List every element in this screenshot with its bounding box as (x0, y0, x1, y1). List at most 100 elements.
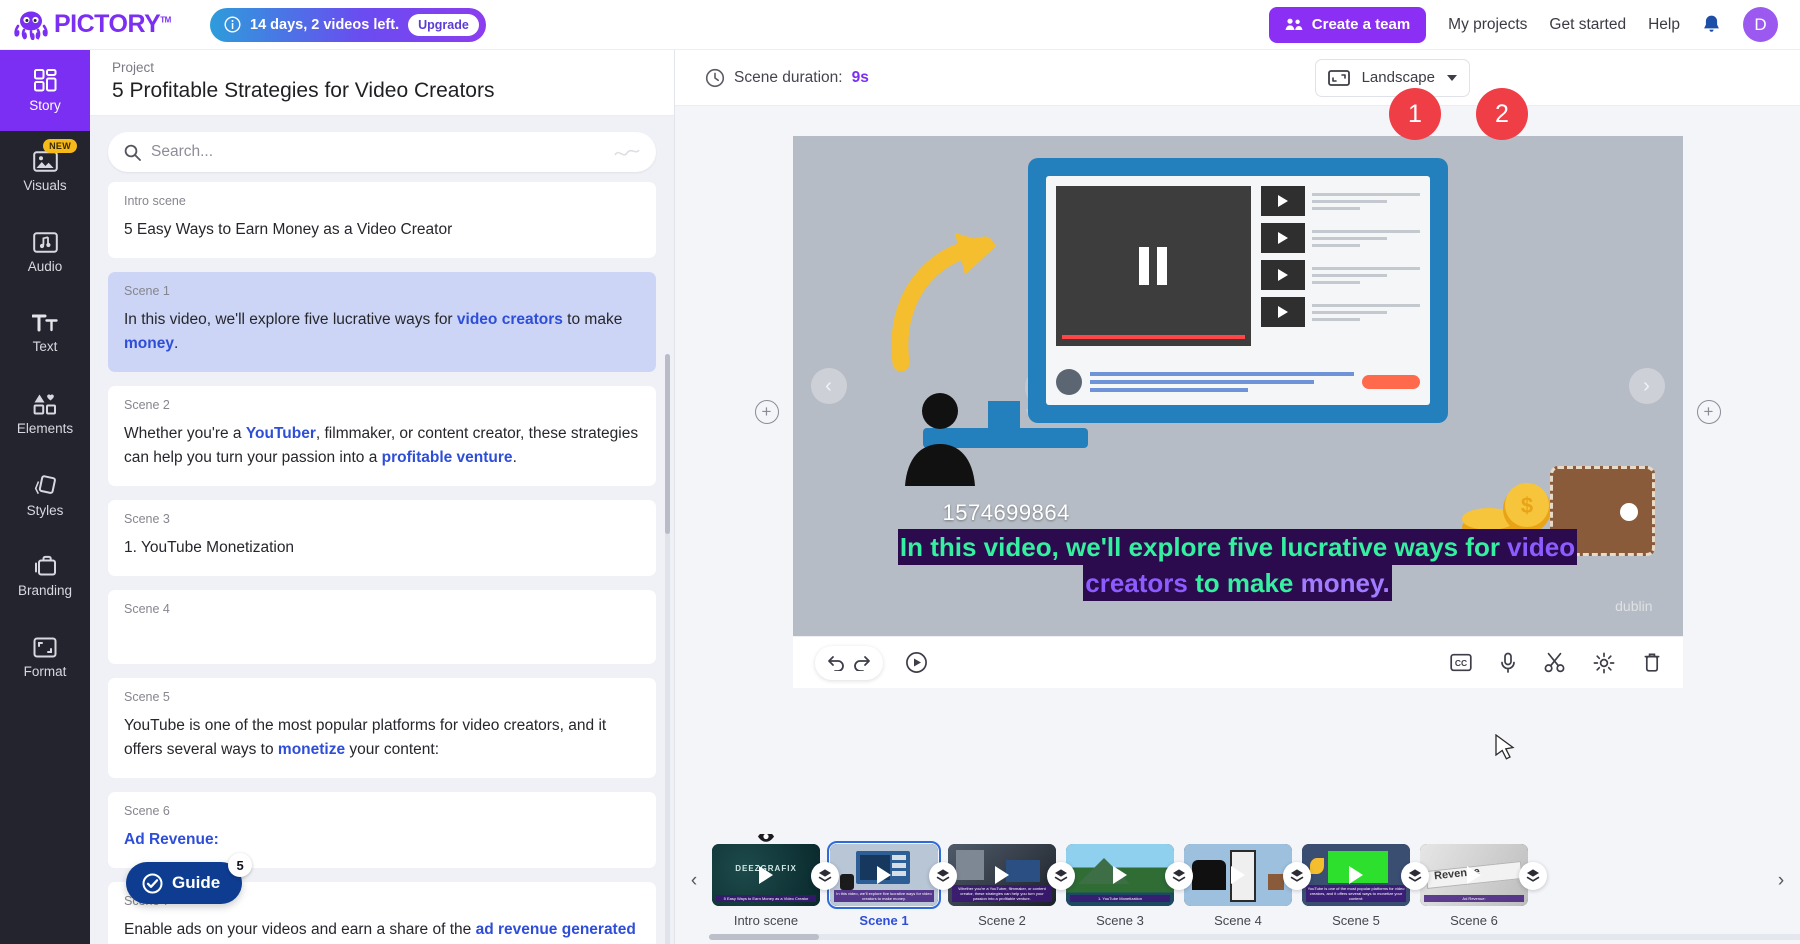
scene-card[interactable]: Scene 4 (108, 590, 656, 664)
scene-thumbnail-cell[interactable]: Whether you're a YouTuber, filmmaker, or… (943, 844, 1061, 928)
sidebar-item-format[interactable]: Format (0, 617, 90, 698)
closed-caption-icon[interactable]: CC (1450, 653, 1472, 672)
scene-list-scrollbar[interactable] (665, 354, 670, 944)
scene-thumbnail-cell[interactable]: DEEZGRAFIX5 Easy Ways to Earn Money as a… (707, 844, 825, 928)
scene-thumbnail-cell[interactable]: YouTube is one of the most popular platf… (1297, 844, 1415, 928)
search-box[interactable] (108, 132, 656, 172)
scene-text: 1. YouTube Monetization (124, 536, 640, 560)
scene-thumbnail-strip: ‹ DEEZGRAFIX5 Easy Ways to Earn Money as… (675, 818, 1800, 944)
scene-number-label: Scene 5 (124, 690, 640, 704)
arrow-illustration (883, 231, 1003, 371)
scene-card[interactable]: Intro scene5 Easy Ways to Earn Money as … (108, 182, 656, 258)
scene-thumbnail[interactable]: 1. YouTube Monetization (1066, 844, 1174, 906)
pause-icon (1139, 247, 1167, 285)
new-badge: NEW (43, 139, 77, 153)
trash-icon[interactable] (1643, 652, 1661, 673)
scribble-icon (614, 146, 640, 158)
caption-highlight-3: money. (1301, 568, 1390, 598)
sidebar-item-elements[interactable]: Elements (0, 374, 90, 455)
next-scene-arrow[interactable]: › (1629, 368, 1665, 404)
scene-number-label: Scene 3 (124, 512, 640, 526)
transition-button[interactable] (811, 862, 839, 890)
toolbar-right-group: CC (1450, 652, 1661, 674)
scene-thumbnail-cell[interactable]: In this video, we'll explore five lucrat… (825, 844, 943, 928)
user-avatar[interactable]: D (1743, 7, 1778, 42)
add-scene-left-button[interactable]: + (755, 400, 779, 424)
gear-icon[interactable] (1593, 652, 1615, 674)
add-scene-right-button[interactable]: + (1697, 400, 1721, 424)
sidebar-item-text[interactable]: Text (0, 293, 90, 374)
create-team-button[interactable]: Create a team (1269, 7, 1426, 43)
logo[interactable]: PICTORYTM (14, 10, 194, 40)
scene-card[interactable]: Scene 2Whether you're a YouTuber, filmma… (108, 386, 656, 486)
caption-line-1: In this video, we'll explore five lucrat… (880, 530, 1596, 566)
notification-bell-icon[interactable] (1702, 14, 1721, 35)
upgrade-button[interactable]: Upgrade (408, 14, 479, 36)
transition-button[interactable] (1283, 862, 1311, 890)
play-circle-icon[interactable] (905, 651, 928, 674)
video-canvas[interactable]: ‹ › 9:16 (793, 136, 1683, 636)
microphone-icon[interactable] (1500, 652, 1516, 674)
sidebar-item-styles[interactable]: Styles (0, 455, 90, 536)
logo-wordmark: PICTORY (54, 10, 160, 38)
transition-button[interactable] (1519, 862, 1547, 890)
shapes-icon (33, 393, 57, 415)
avatar (1056, 369, 1082, 395)
transition-button[interactable] (1047, 862, 1075, 890)
scene-thumbnail-cell[interactable]: Scene 4 (1179, 844, 1297, 928)
strip-horizontal-scrollbar[interactable] (709, 934, 1800, 940)
nav-get-started[interactable]: Get started (1549, 16, 1626, 34)
strip-next-arrow[interactable]: › (1768, 870, 1794, 892)
scene-thumbnail-cell[interactable]: 1. YouTube MonetizationScene 3 (1061, 844, 1179, 928)
play-icon (1349, 866, 1363, 884)
person-illustration (903, 391, 978, 486)
redo-icon[interactable] (852, 654, 871, 671)
scene-card[interactable]: Scene 5YouTube is one of the most popula… (108, 678, 656, 778)
video-shell: ‹ › 9:16 (793, 136, 1683, 688)
scene-thumbnail[interactable]: In this video, we'll explore five lucrat… (830, 844, 938, 906)
search-area (90, 116, 674, 182)
music-icon (33, 232, 58, 253)
sidebar-item-visuals[interactable]: NEW Visuals (0, 131, 90, 212)
scene-thumbnail-label: Scene 6 (1450, 913, 1498, 928)
monitor-neck (988, 401, 1020, 431)
scrollbar-thumb[interactable] (665, 354, 670, 534)
scene-thumbnail[interactable]: YouTube is one of the most popular platf… (1302, 844, 1410, 906)
strip-prev-arrow[interactable]: ‹ (681, 870, 707, 892)
scissors-icon[interactable] (1544, 652, 1565, 673)
body-row: Story NEW Visuals Audio (0, 50, 1800, 944)
sidebar-item-story[interactable]: Story (0, 50, 90, 131)
transition-button[interactable] (1165, 862, 1193, 890)
svg-text:CC: CC (1454, 658, 1466, 668)
play-icon (995, 866, 1009, 884)
scene-number-label: Intro scene (124, 194, 640, 208)
sidebar-item-branding[interactable]: Branding (0, 536, 90, 617)
scene-thumbnail[interactable] (1184, 844, 1292, 906)
sidebar-item-audio[interactable]: Audio (0, 212, 90, 293)
scene-thumbnail-label: Intro scene (734, 913, 798, 928)
scene-thumbnail[interactable]: DEEZGRAFIX5 Easy Ways to Earn Money as a… (712, 844, 820, 906)
strip-scroll-area[interactable]: DEEZGRAFIX5 Easy Ways to Earn Money as a… (707, 834, 1768, 928)
guide-button[interactable]: Guide 5 (126, 862, 242, 904)
transition-button[interactable] (929, 862, 957, 890)
scene-thumbnail[interactable]: RevenueAd Revenue: (1420, 844, 1528, 906)
nav-my-projects[interactable]: My projects (1448, 16, 1527, 34)
strip-scrollbar-thumb[interactable] (709, 934, 819, 940)
guide-label: Guide (172, 873, 220, 893)
nav-help[interactable]: Help (1648, 16, 1680, 34)
stock-watermark: 1574699864 (943, 500, 1070, 526)
scene-thumbnail-cell[interactable]: RevenueAd Revenue: Scene 6 (1415, 844, 1533, 928)
prev-scene-arrow[interactable]: ‹ (811, 368, 847, 404)
scene-number-label: Scene 1 (124, 284, 640, 298)
scene-card[interactable]: Scene 6Ad Revenue: (108, 792, 656, 868)
scene-thumbnail[interactable]: Whether you're a YouTuber, filmmaker, or… (948, 844, 1056, 906)
scene-card[interactable]: Scene 1In this video, we'll explore five… (108, 272, 656, 372)
play-icon (877, 866, 891, 884)
scene-list[interactable]: Intro scene5 Easy Ways to Earn Money as … (90, 182, 674, 944)
scene-card[interactable]: Scene 3 1. YouTube Monetization (108, 500, 656, 576)
aspect-ratio-select[interactable]: Landscape (1315, 59, 1470, 97)
search-input[interactable] (151, 143, 604, 161)
video-caption[interactable]: In this video, we'll explore five lucrat… (880, 530, 1596, 602)
undo-icon[interactable] (827, 654, 846, 671)
transition-button[interactable] (1401, 862, 1429, 890)
